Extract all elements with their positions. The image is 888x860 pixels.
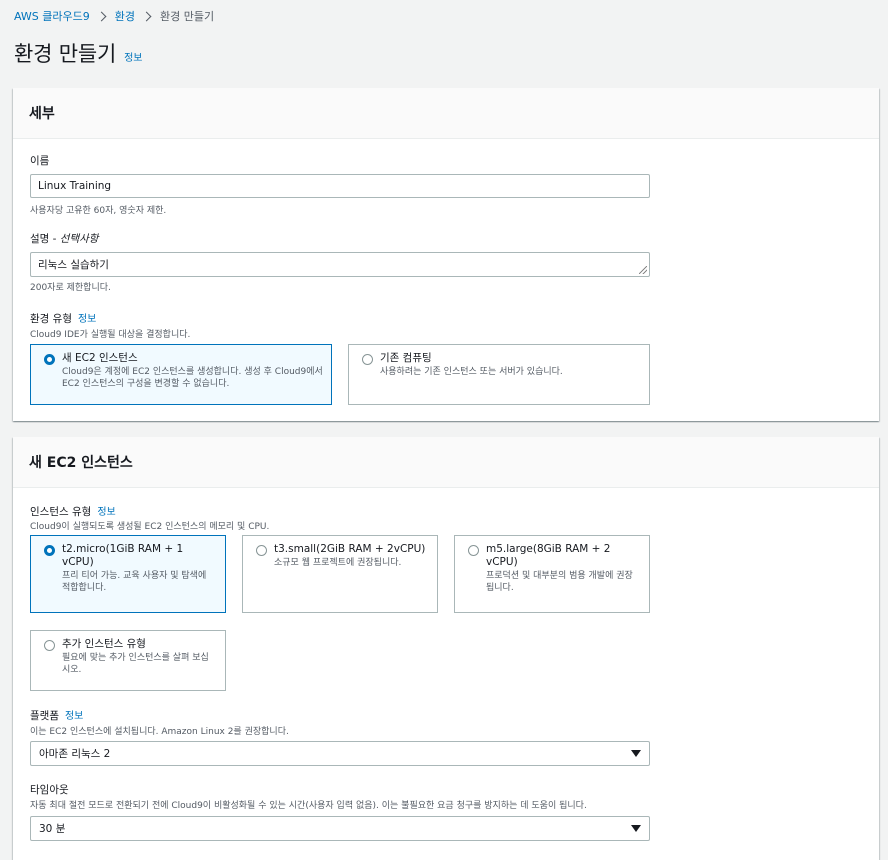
instance-type-info-link[interactable]: 정보 [97,507,115,518]
instance-additional-types-tile[interactable]: 추가 인스턴스 유형 필요에 맞는 추가 인스턴스를 살펴 보십시오. [30,630,226,691]
radio-unselected-icon [256,545,267,556]
caret-down-icon [631,825,641,832]
instance-type-label: 인스턴스 유형 정보 [30,503,116,519]
caret-down-icon [631,750,641,757]
details-panel: 세부 이름 Linux Training 사용자당 고유한 60자, 영숫자 제… [13,88,879,421]
tile-description: 필요에 맞는 추가 인스턴스를 살펴 보십시오. [62,653,209,675]
description-hint: 200자로 제한합니다. [30,283,111,293]
name-hint: 사용자당 고유한 60자, 영숫자 제한. [30,206,167,216]
chevron-right-icon [141,11,152,21]
tile-title: 기존 컴퓨팅 [380,352,432,364]
name-label: 이름 [30,155,50,167]
env-type-existing-compute-tile[interactable]: 기존 컴퓨팅 사용하려는 기존 인스턴스 또는 서버가 있습니다. [348,344,650,405]
tile-title: 추가 인스턴스 유형 [62,638,146,650]
instance-type-label-text: 인스턴스 유형 [30,506,92,518]
description-label: 설명 - 선택사항 [30,231,98,246]
radio-unselected-icon [362,354,373,365]
instance-t3-small-tile[interactable]: t3.small(2GiB RAM + 2vCPU) 소규모 웹 프로젝트에 권… [242,535,438,613]
timeout-select[interactable]: 30 분 [30,816,650,841]
env-type-label: 환경 유형 정보 [30,310,96,326]
tile-title: m5.large(8GiB RAM + 2 vCPU) [486,543,611,568]
env-type-label-text: 환경 유형 [30,313,72,325]
tile-title: t2.micro(1GiB RAM + 1 vCPU) [62,543,184,568]
timeout-selected-value: 30 분 [39,823,66,835]
platform-hint: 이는 EC2 인스턴스에 설치됩니다. Amazon Linux 2를 권장합니… [30,727,289,737]
tile-title: 새 EC2 인스턴스 [62,352,138,364]
tile-description: Cloud9은 계정에 EC2 인스턴스를 생성합니다. 생성 후 Cloud9… [62,367,323,389]
new-ec2-panel: 새 EC2 인스턴스 인스턴스 유형 정보 Cloud9이 실행되도록 생성될 E… [13,437,879,860]
description-optional-text: 선택사항 [59,233,99,245]
env-type-new-ec2-tile[interactable]: 새 EC2 인스턴스 Cloud9은 계정에 EC2 인스턴스를 생성합니다. … [30,344,332,405]
breadcrumb-environments[interactable]: 환경 [115,8,135,24]
radio-selected-icon [44,354,55,365]
instance-m5-large-tile[interactable]: m5.large(8GiB RAM + 2 vCPU) 프로덕션 및 대부분의 … [454,535,650,613]
env-type-info-link[interactable]: 정보 [78,314,96,325]
radio-selected-icon [44,545,55,556]
platform-label: 플랫폼 정보 [30,707,83,723]
timeout-label: 타임아웃 [30,784,69,796]
details-heading: 세부 [29,106,55,122]
page-info-link[interactable]: 정보 [124,49,142,64]
description-textarea[interactable]: 리눅스 실습하기 [30,252,650,277]
tile-description: 소규모 웹 프로젝트에 권장됩니다. [274,558,402,568]
tile-title: t3.small(2GiB RAM + 2vCPU) [274,543,426,555]
chevron-right-icon [96,11,107,21]
name-input[interactable]: Linux Training [30,174,650,198]
instance-t2-micro-tile[interactable]: t2.micro(1GiB RAM + 1 vCPU) 프리 티어 가능. 교육… [30,535,226,613]
page-title-row: 환경 만들기 정보 [14,38,142,68]
tile-description: 프로덕션 및 대부분의 범용 개발에 권장됩니다. [486,571,633,593]
instance-type-hint: Cloud9이 실행되도록 생성될 EC2 인스턴스의 메모리 및 CPU. [30,522,270,532]
new-ec2-heading: 새 EC2 인스턴스 [29,455,133,471]
breadcrumb-current: 환경 만들기 [160,10,215,23]
resize-handle-icon[interactable] [639,266,647,274]
details-panel-header: 세부 [13,88,879,139]
breadcrumb-cloud9[interactable]: AWS 클라우드9 [14,8,90,24]
timeout-hint: 자동 최대 절전 모드로 전환되기 전에 Cloud9이 비활성화될 수 있는 … [30,801,587,811]
env-type-hint: Cloud9 IDE가 실행될 대상을 결정합니다. [30,330,191,340]
breadcrumb: AWS 클라우드9 환경 환경 만들기 [14,8,214,24]
tile-description: 프리 티어 가능. 교육 사용자 및 탐색에 적합합니다. [62,571,207,593]
new-ec2-panel-header: 새 EC2 인스턴스 [13,437,879,488]
platform-selected-value: 아마존 리눅스 2 [39,748,111,760]
radio-unselected-icon [468,545,479,556]
platform-info-link[interactable]: 정보 [65,711,83,722]
radio-unselected-icon [44,640,55,651]
description-value: 리눅스 실습하기 [38,259,109,271]
platform-label-text: 플랫폼 [30,710,59,722]
description-label-text: 설명 - [30,233,60,245]
tile-description: 사용하려는 기존 인스턴스 또는 서버가 있습니다. [380,367,563,377]
platform-select[interactable]: 아마존 리눅스 2 [30,741,650,766]
page-title: 환경 만들기 [14,42,117,66]
